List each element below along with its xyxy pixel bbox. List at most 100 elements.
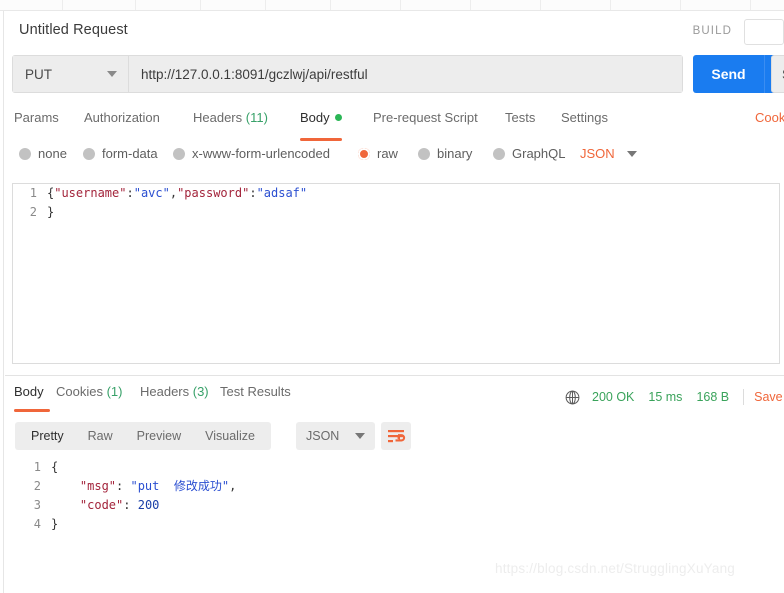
radio-icon — [493, 147, 505, 160]
body-type-none[interactable]: none — [19, 146, 67, 161]
tab-strip-divider — [62, 0, 63, 10]
response-status-bar: 200 OK 15 ms 168 B Save Response — [565, 387, 784, 407]
url-bar: PUT http://127.0.0.1:8091/gczlwj/api/res… — [12, 55, 683, 93]
response-size: 168 B — [696, 390, 730, 404]
status-divider — [743, 389, 745, 405]
body-type-form-data[interactable]: form-data — [83, 146, 158, 161]
radio-icon — [418, 147, 430, 160]
code-text: {"username":"avc","password":"adsaf" — [47, 186, 308, 200]
request-tab-settings[interactable]: Settings — [561, 110, 608, 141]
line-number: 4 — [33, 517, 41, 531]
body-type-label: binary — [437, 146, 473, 161]
tab-count: (11) — [242, 110, 268, 125]
response-tab-cookies[interactable]: Cookies (1) — [56, 384, 122, 412]
request-tab-body[interactable]: Body — [300, 110, 342, 141]
tab-strip-divider — [610, 0, 611, 10]
body-type-label: none — [38, 146, 67, 161]
body-type-binary[interactable]: binary — [418, 146, 472, 161]
response-tab-test-results[interactable]: Test Results — [220, 384, 291, 412]
tab-strip-divider — [135, 0, 136, 10]
tab-label: Headers — [140, 384, 190, 399]
body-type-label: form-data — [102, 146, 158, 161]
build-mode-box[interactable] — [744, 19, 784, 45]
globe-icon — [565, 390, 580, 405]
build-label: BUILD — [692, 25, 732, 37]
body-present-dot-icon — [334, 114, 342, 121]
response-format-select[interactable]: JSON — [296, 422, 376, 450]
request-tab-params[interactable]: Params — [14, 110, 59, 141]
body-type-label: x-www-form-urlencoded — [192, 146, 330, 161]
active-tab-underline — [300, 138, 342, 141]
request-tab-tests[interactable]: Tests — [505, 110, 535, 141]
response-view-pretty[interactable]: Pretty — [19, 422, 76, 450]
request-tab-authorization[interactable]: Authorization — [84, 110, 160, 141]
line-number: 1 — [29, 186, 37, 200]
request-body-editor[interactable]: 1 {"username":"avc","password":"adsaf" 2} — [12, 183, 780, 364]
http-method-select[interactable]: PUT — [13, 56, 129, 92]
response-tab-headers[interactable]: Headers (3) — [140, 384, 209, 412]
response-view-preview[interactable]: Preview — [125, 422, 193, 450]
tab-strip-divider — [400, 0, 401, 10]
request-format-value: JSON — [580, 146, 615, 161]
body-type-label: GraphQL — [512, 146, 566, 161]
tab-label: Body — [300, 110, 330, 125]
http-method-value: PUT — [25, 66, 52, 82]
response-body-code: 1{2 "msg": "put 修改成功", 3 "code": 200 4} — [17, 458, 237, 534]
watermark: https://blog.csdn.net/StrugglingXuYang — [495, 561, 736, 576]
tab-count: (3) — [189, 384, 209, 399]
response-view-visualize[interactable]: Visualize — [193, 422, 267, 450]
body-type-label: raw — [377, 146, 398, 161]
radio-icon — [83, 147, 95, 160]
code-text: } — [47, 205, 55, 219]
chevron-down-icon — [626, 150, 637, 157]
tab-strip-divider — [540, 0, 541, 10]
radio-icon — [358, 147, 370, 160]
save-response-button[interactable]: Save Response — [754, 390, 784, 404]
code-text: "code": 200 — [79, 498, 160, 512]
response-code-line: 2 "msg": "put 修改成功", — [17, 477, 237, 496]
tab-strip-divider — [330, 0, 331, 10]
code-text: { — [51, 460, 59, 474]
line-number: 3 — [33, 498, 41, 512]
tab-label: Test Results — [220, 384, 291, 399]
code-text: "msg": "put 修改成功", — [79, 479, 237, 493]
response-time: 15 ms — [648, 390, 683, 404]
request-cookies-link[interactable]: Cookies — [755, 110, 784, 125]
tab-label: Cookies — [56, 384, 103, 399]
send-button[interactable]: Send — [693, 55, 764, 93]
response-view-raw[interactable]: Raw — [76, 422, 125, 450]
body-type-x-www-form-urlencoded[interactable]: x-www-form-urlencoded — [173, 146, 330, 161]
response-code-line: 4} — [17, 515, 236, 534]
tab-strip-divider — [470, 0, 471, 10]
tab-label: Body — [14, 384, 44, 399]
tab-label: Params — [14, 110, 59, 125]
tab-strip-divider — [265, 0, 266, 10]
body-type-graphql[interactable]: GraphQL — [493, 146, 565, 161]
request-tab-headers[interactable]: Headers (11) — [193, 110, 268, 141]
response-format-value: JSON — [306, 429, 340, 443]
response-tab-body[interactable]: Body — [14, 384, 50, 412]
request-code-line: 2} — [13, 203, 779, 222]
body-type-raw[interactable]: raw — [358, 146, 398, 161]
word-wrap-icon[interactable] — [381, 422, 411, 450]
request-pane: Untitled Request BUILD PUT http://127.0.… — [5, 11, 784, 375]
tab-label: Tests — [505, 110, 536, 125]
code-text: } — [51, 517, 59, 531]
radio-icon — [19, 147, 31, 160]
request-format-select[interactable]: JSON — [580, 146, 637, 161]
line-number: 2 — [33, 479, 41, 493]
request-tab-pre-request-script[interactable]: Pre-request Script — [373, 110, 478, 141]
chevron-down-icon — [107, 71, 117, 77]
status-badge: 200 OK — [592, 390, 635, 404]
tab-count: (1) — [102, 384, 123, 399]
response-code-line: 1{ — [17, 458, 236, 477]
line-number: 2 — [29, 205, 37, 219]
tab-label: Pre-request Script — [373, 110, 478, 125]
page-title: Untitled Request — [19, 22, 128, 38]
response-view-tabs: Pretty Raw Preview Visualize — [15, 422, 271, 450]
tab-label: Headers — [193, 110, 243, 125]
url-input[interactable]: http://127.0.0.1:8091/gczlwj/api/restful — [129, 56, 682, 92]
save-button[interactable]: Save — [771, 55, 784, 93]
active-tab-underline — [14, 409, 50, 412]
tab-label: Settings — [561, 110, 608, 125]
